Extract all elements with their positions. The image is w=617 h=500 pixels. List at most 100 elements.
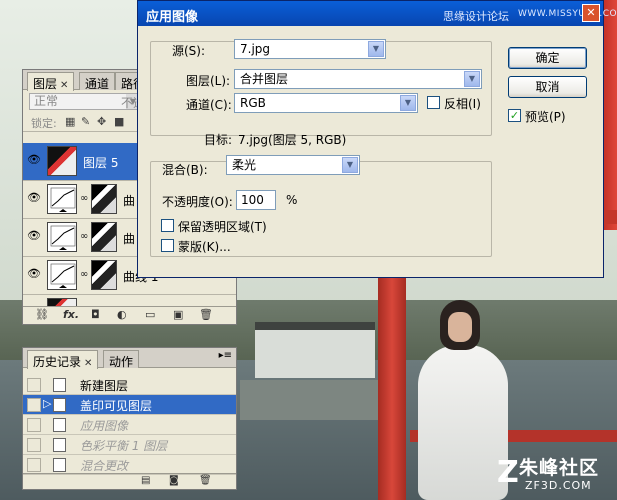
lock-brush-icon[interactable]: ✎	[81, 115, 90, 128]
history-item-label: 盖印可见图层	[80, 399, 153, 413]
source-select[interactable]: 7.jpg ▼	[234, 39, 386, 59]
history-item-label: 应用图像	[80, 419, 129, 433]
blending-value: 柔光	[232, 158, 257, 172]
layers-footer: ⛓ fx. ◘ ◐ ▭ ▣ 🗑	[23, 306, 236, 324]
red-pillar	[378, 275, 406, 500]
dialog-titlebar[interactable]: 应用图像 思缘设计论坛 WWW.MISSYUAN.COM ✕	[138, 1, 617, 26]
model-dress	[418, 345, 508, 500]
link-icon[interactable]: ∞	[80, 193, 88, 204]
layer-name: 图层 5	[83, 156, 119, 170]
tab-channels[interactable]: 通道	[79, 72, 116, 91]
lock-all-icon[interactable]: ■	[114, 115, 124, 128]
opacity-input[interactable]: 100	[236, 190, 276, 210]
title-watermark: 思缘设计论坛	[443, 10, 509, 23]
layer-label: 图层(L):	[186, 74, 231, 88]
adjustment-layer-icon[interactable]: ◐	[117, 308, 127, 321]
chevron-down-icon: ▼	[342, 157, 358, 173]
trash-icon[interactable]: 🗑	[199, 475, 212, 486]
layer-style-icon[interactable]: fx.	[63, 308, 79, 321]
chevron-down-icon: ▼	[368, 41, 384, 57]
invert-label[interactable]: 反相(I)	[444, 95, 481, 112]
channel-select[interactable]: RGB ▼	[234, 93, 418, 113]
preserve-transparency-label[interactable]: 保留透明区域(T)	[178, 218, 267, 235]
layer-mask-thumbnail	[91, 184, 117, 214]
source-value: 7.jpg	[240, 42, 271, 56]
house	[255, 322, 375, 378]
history-item[interactable]: 应用图像	[23, 415, 236, 435]
mask-checkbox[interactable]: ✓	[161, 239, 174, 252]
layer-thumbnail	[47, 146, 77, 176]
history-item[interactable]: 色彩平衡 1 图层	[23, 435, 236, 455]
tab-history-label: 历史记录	[33, 355, 82, 369]
invert-checkbox[interactable]: ✓	[427, 96, 440, 109]
preview-label[interactable]: 预览(P)	[525, 108, 566, 125]
tab-actions-label: 动作	[109, 355, 134, 369]
close-icon[interactable]: ✕	[84, 358, 92, 369]
new-group-icon[interactable]: ▭	[145, 308, 155, 321]
watermark-sub: ZF3D.COM	[525, 479, 592, 492]
document-icon	[53, 398, 66, 412]
lock-transparent-icon[interactable]: ▦	[65, 115, 75, 128]
watermark-logo-icon: Z	[497, 455, 519, 490]
history-snapshot-box[interactable]	[27, 398, 41, 412]
lock-move-icon[interactable]: ✥	[97, 115, 106, 128]
curves-adjustment-icon	[47, 222, 77, 252]
history-snapshot-box[interactable]	[27, 458, 41, 472]
blending-select[interactable]: 柔光 ▼	[226, 155, 360, 175]
curves-adjustment-icon	[47, 184, 77, 214]
camera-icon[interactable]: ◙	[169, 475, 179, 486]
close-icon[interactable]: ✕	[582, 4, 600, 22]
document-icon	[53, 438, 66, 452]
panel-menu-icon[interactable]: ▸≡	[219, 350, 232, 361]
watermark-main: 朱峰社区	[519, 457, 600, 479]
layer-select[interactable]: 合并图层 ▼	[234, 69, 482, 89]
history-item[interactable]: 混合更改	[23, 455, 236, 475]
tab-layers-label: 图层	[33, 77, 58, 91]
eye-icon[interactable]: 👁	[26, 191, 42, 207]
cancel-button[interactable]: 取消	[508, 76, 587, 98]
channel-value: RGB	[240, 96, 266, 110]
tab-history[interactable]: 历史记录 ✕	[27, 350, 99, 369]
source-label: 源(S):	[172, 44, 206, 58]
link-icon[interactable]: ∞	[80, 231, 88, 242]
history-snapshot-box[interactable]	[27, 418, 41, 432]
tab-actions[interactable]: 动作	[103, 350, 140, 369]
curves-adjustment-icon	[47, 260, 77, 290]
dialog-title: 应用图像	[146, 10, 199, 25]
preview-checkbox[interactable]: ✓	[508, 109, 521, 122]
chevron-down-icon: ▼	[464, 71, 480, 87]
add-mask-icon[interactable]: ◘	[91, 308, 100, 321]
layer-name: 曲	[123, 232, 136, 246]
layer-mask-thumbnail	[91, 222, 117, 252]
model-face	[448, 312, 472, 342]
mask-label[interactable]: 蒙版(K)...	[178, 238, 231, 255]
layer-name: 曲	[123, 194, 136, 208]
opacity-unit: %	[286, 193, 298, 207]
new-document-icon[interactable]: ▤	[141, 475, 150, 486]
preserve-transparency-checkbox[interactable]: ✓	[161, 219, 174, 232]
link-icon[interactable]: ∞	[80, 269, 88, 280]
apply-image-dialog: 应用图像 思缘设计论坛 WWW.MISSYUAN.COM ✕ 源(S): 7.j…	[137, 0, 617, 278]
chevron-down-icon: ▼	[400, 95, 416, 111]
house-reflection	[240, 380, 390, 420]
target-label: 目标:	[204, 133, 233, 147]
history-item[interactable]: 新建图层	[23, 375, 236, 395]
ok-button[interactable]: 确定	[508, 47, 587, 69]
eye-icon[interactable]: 👁	[26, 153, 42, 169]
new-layer-icon[interactable]: ▣	[173, 308, 183, 321]
tab-channels-label: 通道	[85, 77, 110, 91]
history-snapshot-box[interactable]	[27, 438, 41, 452]
history-snapshot-box[interactable]	[27, 378, 41, 392]
history-item-label: 新建图层	[80, 379, 129, 393]
history-item-label: 混合更改	[80, 459, 129, 473]
tab-layers[interactable]: 图层 ✕	[27, 72, 75, 91]
eye-icon[interactable]: 👁	[26, 229, 42, 245]
link-layers-icon[interactable]: ⛓	[35, 308, 49, 321]
document-icon	[53, 378, 66, 392]
document-icon	[53, 458, 66, 472]
history-item-selected[interactable]: ▷ 盖印可见图层	[23, 395, 236, 415]
trash-icon[interactable]: 🗑	[199, 308, 213, 321]
layer-mask-thumbnail	[91, 260, 117, 290]
watermark: Z 朱峰社区 ZF3D.COM	[497, 453, 617, 500]
eye-icon[interactable]: 👁	[26, 267, 42, 283]
